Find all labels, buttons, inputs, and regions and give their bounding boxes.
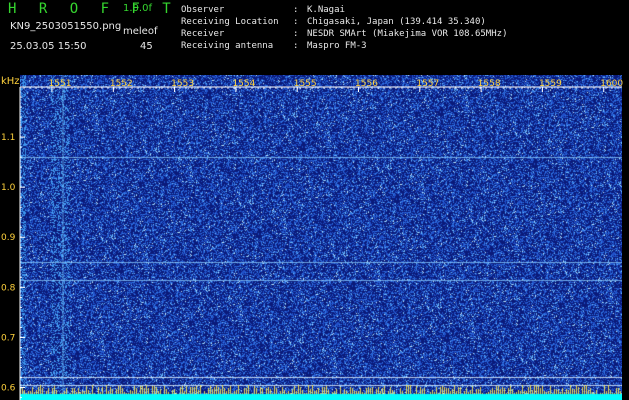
meleof-value: 45 <box>140 41 153 52</box>
info-key: Receiving antenna <box>181 41 274 51</box>
info-key: Receiver <box>181 29 225 39</box>
info-value: NESDR SMArt (Miakejima VOR 108.65MHz) <box>307 29 508 39</box>
y-tick-label: 0.6 <box>1 383 16 393</box>
y-tick-label: 0.7 <box>1 333 15 343</box>
info-value: Maspro FM-3 <box>307 41 367 51</box>
y-tick-label: 1.1 <box>1 133 15 143</box>
station-info: Observer: K.Nagai Receiving Location: Chig… <box>181 4 507 52</box>
spectrogram-axes: 1551 1552 1553 1554 1555 1556 1557 1558 1559 1600… <box>1 76 623 400</box>
info-row-antenna: Receiving antenna: Maspro FM-3 <box>181 40 507 52</box>
filename-label: KN9_2503051550.png <box>10 21 122 32</box>
meleof-label: meleof <box>123 26 158 37</box>
version-label: 1.0.0f <box>123 3 152 14</box>
y-tick-label: 0.8 <box>1 283 16 293</box>
info-row-observer: Observer: K.Nagai <box>181 4 507 16</box>
info-key: Receiving Location <box>181 17 279 27</box>
info-separator: : <box>293 5 299 15</box>
spectrogram-area: 1551 1552 1553 1554 1555 1556 1557 1558 1559 1600… <box>0 75 629 400</box>
info-separator: : <box>293 41 299 51</box>
info-row-receiver: Receiver: NESDR SMArt (Miakejima VOR 108.… <box>181 28 507 40</box>
header-panel: H R O F F T 1.0.0f KN9_2503051550.png me… <box>0 0 629 75</box>
info-separator: : <box>293 17 299 27</box>
y-tick-label: 0.9 <box>1 233 16 243</box>
y-axis-label: kHz <box>1 76 20 87</box>
info-key: Observer <box>181 5 225 15</box>
info-value: K.Nagai <box>307 5 345 15</box>
info-value: Chigasaki, Japan (139.414 35.340) <box>307 17 486 27</box>
x-axis: 1551 1552 1553 1554 1555 1556 1557 1558 1559 1600 <box>20 79 623 92</box>
timestamp-label: 25.03.05 15:50 <box>10 41 87 52</box>
info-row-location: Receiving Location: Chigasaki, Japan (139… <box>181 16 507 28</box>
info-separator: : <box>293 29 299 39</box>
y-tick-label: 1.0 <box>1 183 16 193</box>
app-title: H R O F F T <box>8 1 178 17</box>
y-axis: kHz 1.1 1.0 0.9 0.8 0.7 0.6 <box>1 76 25 400</box>
